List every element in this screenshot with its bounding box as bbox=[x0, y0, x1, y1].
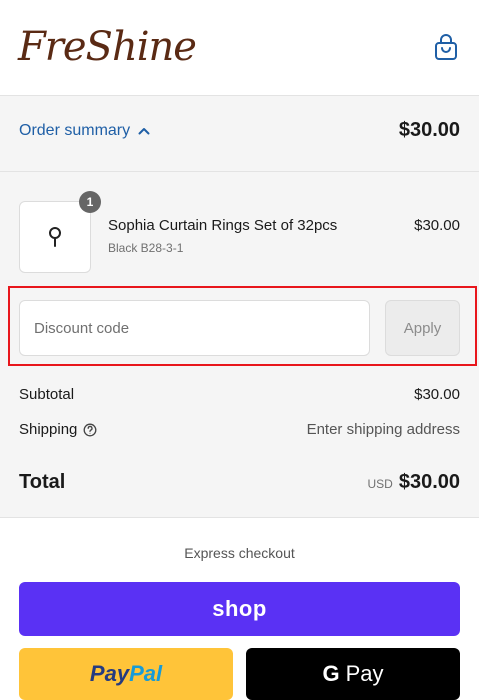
product-name: Sophia Curtain Rings Set of 32pcs bbox=[108, 217, 338, 234]
product-price: $30.00 bbox=[414, 217, 460, 234]
order-summary-label: Order summary bbox=[19, 122, 131, 139]
chevron-up-icon bbox=[138, 128, 150, 135]
paypal-label-pay: Pay bbox=[89, 661, 130, 686]
subtotal-label: Subtotal bbox=[19, 386, 75, 403]
order-summary-panel: Order summary $30.00 1 Sophia Curtain Ri… bbox=[0, 96, 479, 518]
shopping-bag-icon bbox=[435, 34, 457, 60]
order-summary-toggle-row: Order summary $30.00 bbox=[0, 96, 479, 172]
paypal-button[interactable]: PayPal bbox=[19, 648, 233, 700]
subtotal-value: $30.00 bbox=[414, 386, 460, 403]
product-variant: Black B28-3-1 bbox=[108, 241, 184, 255]
apply-discount-button[interactable]: Apply bbox=[385, 300, 460, 356]
total-label: Total bbox=[19, 471, 66, 493]
total-value-group: USD $30.00 bbox=[367, 471, 460, 494]
line-item: 1 Sophia Curtain Rings Set of 32pcs Blac… bbox=[19, 191, 460, 273]
total-amount: $30.00 bbox=[398, 471, 460, 493]
google-pay-label: Pay bbox=[345, 661, 384, 686]
cart-button[interactable] bbox=[433, 34, 459, 62]
store-logo[interactable]: FreShine bbox=[18, 24, 197, 70]
discount-code-input[interactable] bbox=[19, 300, 370, 356]
product-thumbnail bbox=[19, 201, 91, 273]
curtain-ring-icon bbox=[49, 227, 61, 247]
shipping-label-group: Shipping bbox=[19, 421, 97, 438]
subtotal-row: Subtotal $30.00 bbox=[19, 386, 460, 403]
header: FreShine bbox=[0, 0, 479, 96]
shop-pay-label: shop bbox=[212, 596, 267, 621]
total-row: Total USD $30.00 bbox=[19, 471, 460, 494]
question-circle-icon[interactable] bbox=[83, 423, 97, 437]
shipping-value: Enter shipping address bbox=[306, 421, 460, 438]
shop-pay-button[interactable]: shop bbox=[19, 582, 460, 636]
quantity-badge: 1 bbox=[79, 191, 101, 213]
total-currency: USD bbox=[367, 477, 393, 491]
google-g-icon: G bbox=[322, 661, 340, 686]
shipping-row: Shipping Enter shipping address bbox=[19, 421, 460, 438]
express-checkout-label: Express checkout bbox=[184, 545, 295, 561]
paypal-label: PayPal bbox=[90, 661, 162, 687]
order-summary-total: $30.00 bbox=[398, 119, 460, 141]
shipping-label: Shipping bbox=[19, 421, 78, 438]
order-summary-toggle[interactable]: Order summary bbox=[19, 122, 150, 140]
paypal-label-pal: Pal bbox=[129, 661, 163, 686]
google-pay-button[interactable]: G Pay bbox=[246, 648, 460, 700]
